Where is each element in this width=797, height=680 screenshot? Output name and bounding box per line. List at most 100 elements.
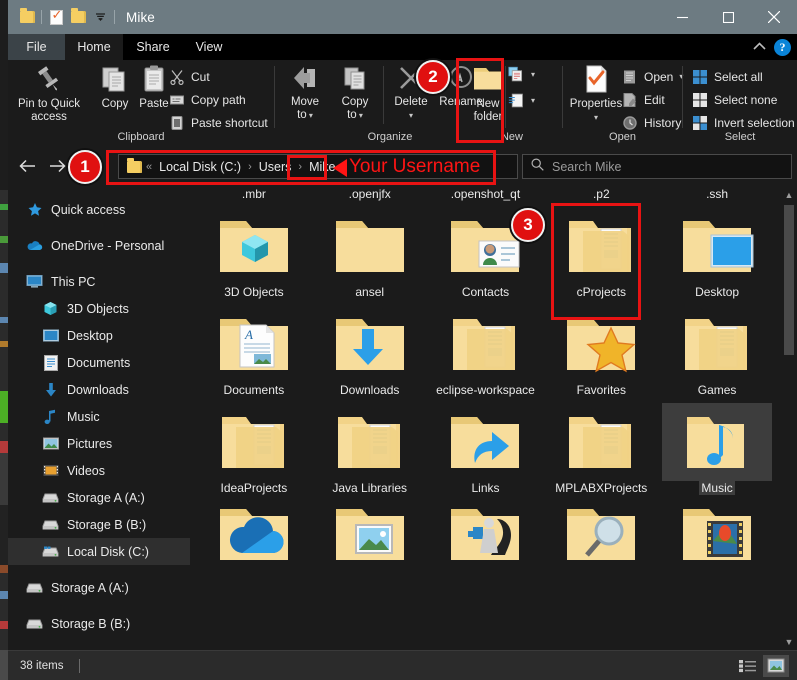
file-item-favorites[interactable]: Favorites <box>543 299 659 397</box>
file-item-onedrive[interactable] <box>196 495 312 565</box>
file-item-cprojects[interactable]: cProjects <box>543 201 659 299</box>
file-item-saved-games[interactable] <box>428 495 544 565</box>
file-label-clipped: .ssh <box>706 187 729 201</box>
search-input[interactable]: Search Mike <box>522 154 792 179</box>
minimize-button[interactable] <box>659 0 705 34</box>
forward-button[interactable] <box>44 154 70 178</box>
tab-view[interactable]: View <box>183 34 235 60</box>
properties-button[interactable]: Properties ▾ <box>565 63 627 123</box>
copy-to-button[interactable]: Copy to ▾ <box>331 63 379 121</box>
copy-to-icon <box>340 63 370 93</box>
properties-icon <box>580 63 612 95</box>
edit-button[interactable]: Edit <box>621 91 665 108</box>
sidebar-item-3d-objects[interactable]: 3D Objects <box>8 295 190 322</box>
sidebar-item-storage-a[interactable]: Storage A (A:) <box>8 574 190 601</box>
copy-path-button[interactable]: Copy path <box>168 91 246 108</box>
new-item-button[interactable]: ▾ <box>508 66 535 83</box>
file-item-downloads[interactable]: Downloads <box>312 299 428 397</box>
sidebar-item-quick-access[interactable]: Quick access <box>8 196 190 223</box>
folder-documents-page-icon: A <box>199 305 309 383</box>
paste-icon <box>138 63 170 95</box>
new-group-label: New <box>500 131 523 143</box>
file-item-java-libraries[interactable]: Java Libraries <box>312 397 428 495</box>
new-folder-button[interactable]: New folder <box>462 63 514 123</box>
file-item-3d-objects[interactable]: 3D Objects <box>196 201 312 299</box>
details-view-button[interactable] <box>735 655 761 677</box>
collapse-ribbon-chevron-up-icon[interactable] <box>753 41 766 53</box>
sidebar-label: Videos <box>67 463 105 478</box>
file-item-searches[interactable] <box>543 495 659 565</box>
select-none-button[interactable]: Select none <box>691 91 777 108</box>
breadcrumb-item-users[interactable]: Users <box>255 159 296 175</box>
file-item-pictures[interactable] <box>312 495 428 565</box>
cut-button[interactable]: Cut <box>168 68 210 85</box>
sidebar-item-music[interactable]: Music <box>8 403 190 430</box>
easy-access-chevron-down-icon[interactable]: ▾ <box>531 96 535 105</box>
quick-access-toolbar <box>8 5 118 29</box>
file-item-ansel[interactable]: ansel <box>312 201 428 299</box>
easy-access-icon <box>508 92 525 109</box>
divider <box>114 10 115 24</box>
sidebar-item-storage-a-nested[interactable]: Storage A (A:) <box>8 484 190 511</box>
file-grid[interactable]: .mbr .openjfx .openshot_qt .p2 .ssh 3D O… <box>190 187 781 650</box>
new-folder-label: New folder <box>473 98 503 123</box>
file-name: Desktop <box>695 285 740 299</box>
select-all-button[interactable]: Select all <box>691 68 763 85</box>
help-button[interactable]: ? <box>774 38 791 56</box>
scroll-down-arrow-icon[interactable]: ▼ <box>781 634 797 650</box>
file-name: Documents <box>223 383 285 397</box>
new-item-chevron-down-icon[interactable]: ▾ <box>531 70 535 79</box>
breadcrumb-overflow[interactable]: « <box>145 160 153 174</box>
sidebar-item-storage-b-nested[interactable]: Storage B (B:) <box>8 511 190 538</box>
file-item-ideaprojects[interactable]: IdeaProjects <box>196 397 312 495</box>
ribbon-group-new: New folder ▾ ▾ New <box>474 60 562 145</box>
sidebar-item-onedrive[interactable]: OneDrive - Personal <box>8 232 190 259</box>
vertical-scrollbar[interactable]: ▲ ▼ <box>781 187 797 650</box>
folder-icon[interactable] <box>16 5 38 29</box>
file-item-mplabxprojects[interactable]: MPLABXProjects <box>543 397 659 495</box>
paste-shortcut-button[interactable]: Paste shortcut <box>168 114 268 131</box>
invert-selection-button[interactable]: Invert selection <box>691 114 795 131</box>
sidebar-item-this-pc[interactable]: This PC <box>8 268 190 295</box>
folder-documents-icon <box>546 403 656 481</box>
easy-access-button[interactable]: ▾ <box>508 92 535 109</box>
sidebar-item-pictures[interactable]: Pictures <box>8 430 190 457</box>
open-icon <box>621 68 638 85</box>
large-icons-view-button[interactable] <box>763 654 789 677</box>
breadcrumb-separator[interactable]: › <box>297 160 303 174</box>
tab-file[interactable]: File <box>8 34 65 60</box>
tab-home[interactable]: Home <box>65 34 123 60</box>
file-item-games[interactable]: Games <box>659 299 775 397</box>
properties-icon[interactable] <box>45 5 67 29</box>
sidebar-item-storage-b[interactable]: Storage B (B:) <box>8 610 190 637</box>
file-item-documents[interactable]: A Documents <box>196 299 312 397</box>
title-bar: Mike <box>8 0 797 34</box>
paste-label: Paste <box>139 98 169 110</box>
open-button[interactable]: Open ▾ <box>621 68 683 85</box>
breadcrumb-separator[interactable]: › <box>247 160 253 174</box>
close-button[interactable] <box>751 0 797 34</box>
tab-share[interactable]: Share <box>123 34 183 60</box>
maximize-button[interactable] <box>705 0 751 34</box>
file-name: cProjects <box>576 285 626 299</box>
back-button[interactable] <box>14 154 40 178</box>
sidebar-item-desktop[interactable]: Desktop <box>8 322 190 349</box>
sidebar-item-local-disk-c[interactable]: Local Disk (C:) <box>8 538 190 565</box>
move-to-button[interactable]: Move to ▾ <box>281 63 329 121</box>
file-item-videos[interactable] <box>659 495 775 565</box>
sidebar-label: Music <box>67 409 100 424</box>
history-button[interactable]: History <box>621 114 681 131</box>
file-item-eclipse-workspace[interactable]: eclipse-workspace <box>428 299 544 397</box>
pin-to-quick-access-button[interactable]: Pin to Quick access <box>14 63 84 123</box>
sidebar-item-videos[interactable]: Videos <box>8 457 190 484</box>
scroll-up-arrow-icon[interactable]: ▲ <box>781 187 797 203</box>
file-item-links[interactable]: Links <box>428 397 544 495</box>
new-folder-icon[interactable] <box>67 5 89 29</box>
customize-qat-chevron-down-icon[interactable] <box>89 5 111 29</box>
scrollbar-thumb[interactable] <box>784 205 794 355</box>
breadcrumb-item-local-disk[interactable]: Local Disk (C:) <box>155 159 245 175</box>
sidebar-item-downloads[interactable]: Downloads <box>8 376 190 403</box>
file-item-desktop[interactable]: Desktop <box>659 201 775 299</box>
sidebar-item-documents[interactable]: Documents <box>8 349 190 376</box>
file-item-music[interactable]: Music <box>659 397 775 495</box>
